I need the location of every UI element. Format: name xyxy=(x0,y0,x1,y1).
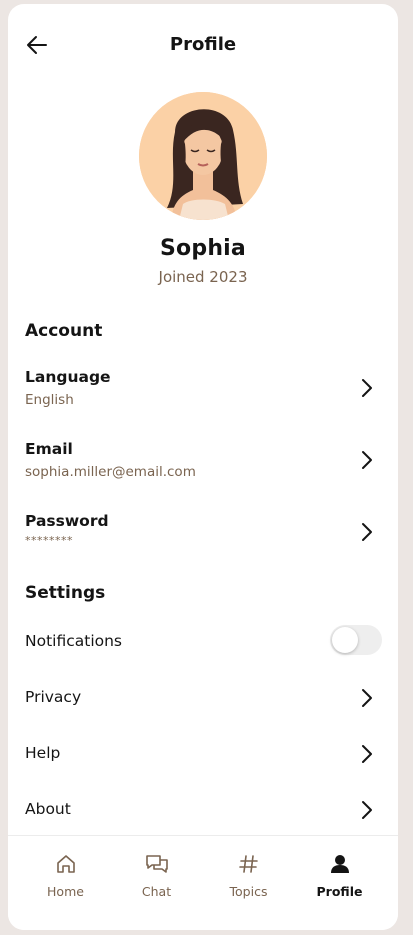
avatar xyxy=(139,92,267,220)
language-row[interactable]: Language English xyxy=(8,362,398,422)
chat-icon xyxy=(144,851,170,877)
home-icon xyxy=(53,851,79,877)
privacy-label: Privacy xyxy=(25,688,82,706)
notifications-label: Notifications xyxy=(25,632,123,650)
nav-home[interactable]: Home xyxy=(17,836,114,916)
password-value: ******** xyxy=(25,534,73,547)
joined-date: Joined 2023 xyxy=(158,268,248,286)
chevron-right-icon xyxy=(362,523,372,541)
email-value: sophia.miller@email.com xyxy=(25,464,196,480)
about-label: About xyxy=(25,800,71,818)
nav-topics[interactable]: Topics xyxy=(200,836,297,916)
page-title: Profile xyxy=(169,34,237,55)
nav-profile[interactable]: Profile xyxy=(291,836,388,916)
help-row[interactable]: Help xyxy=(8,734,398,778)
section-title-account: Account xyxy=(25,321,103,341)
chevron-right-icon xyxy=(362,379,372,397)
language-value: English xyxy=(25,392,74,408)
toggle-knob xyxy=(332,627,358,653)
section-title-settings: Settings xyxy=(25,583,106,603)
chevron-right-icon xyxy=(362,745,372,763)
nav-home-label: Home xyxy=(47,884,84,899)
nav-chat-label: Chat xyxy=(141,884,172,899)
hashtag-icon xyxy=(236,851,262,877)
nav-profile-label: Profile xyxy=(316,884,363,899)
chevron-right-icon xyxy=(362,689,372,707)
notifications-row: Notifications xyxy=(8,622,398,666)
chevron-right-icon xyxy=(362,451,372,469)
email-label: Email xyxy=(25,440,73,458)
user-icon xyxy=(327,851,353,877)
nav-topics-label: Topics xyxy=(229,884,268,899)
user-name: Sophia xyxy=(160,236,246,261)
email-row[interactable]: Email sophia.miller@email.com xyxy=(8,434,398,494)
about-row[interactable]: About xyxy=(8,790,398,834)
password-row[interactable]: Password ******** xyxy=(8,506,398,566)
bottom-nav: Home Chat Topics Profile xyxy=(8,835,398,930)
profile-screen: Profile Sophia Joined 2023 Account Langu… xyxy=(8,4,398,930)
avatar-illustration xyxy=(139,92,267,220)
language-label: Language xyxy=(25,368,111,386)
notifications-toggle[interactable] xyxy=(330,625,382,655)
nav-chat[interactable]: Chat xyxy=(108,836,205,916)
password-label: Password xyxy=(25,512,109,530)
privacy-row[interactable]: Privacy xyxy=(8,678,398,722)
help-label: Help xyxy=(25,744,61,762)
top-bar: Profile xyxy=(8,4,398,84)
chevron-right-icon xyxy=(362,801,372,819)
